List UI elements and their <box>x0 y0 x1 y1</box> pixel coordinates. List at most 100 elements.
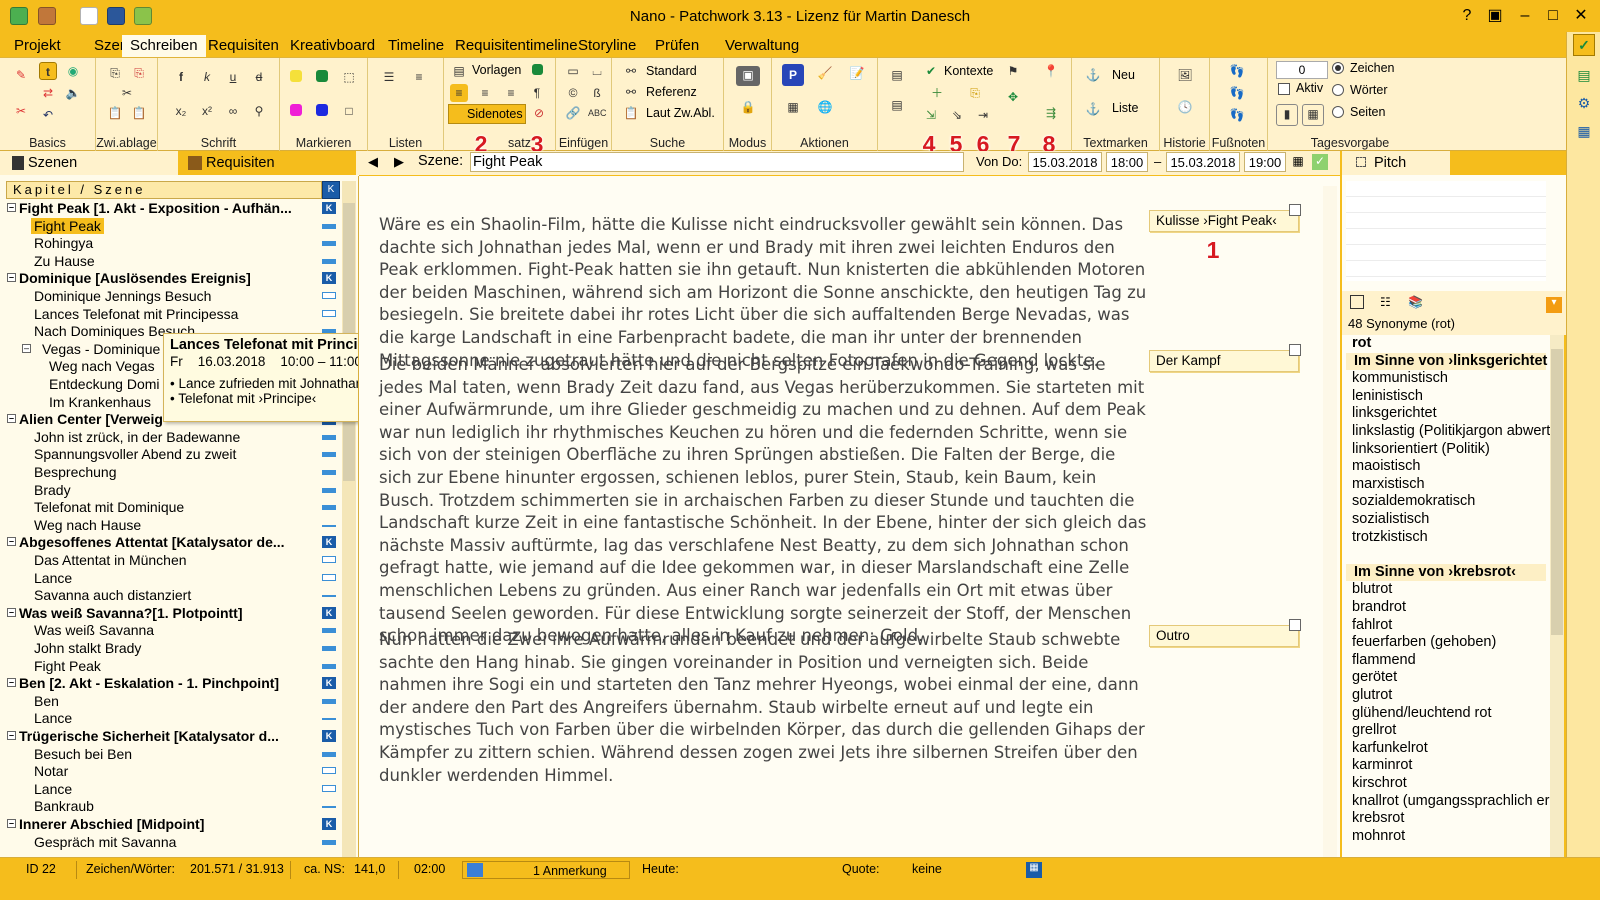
numbered-list-icon[interactable]: ≡ <box>410 68 428 86</box>
align-left-icon[interactable]: ≡ <box>450 84 468 102</box>
collapse-icon[interactable]: – <box>7 414 16 424</box>
close-button[interactable]: ✕ <box>1569 5 1593 27</box>
tab-props[interactable]: Requisiten <box>178 151 356 175</box>
synonym-item[interactable]: brandrot <box>1352 599 1406 617</box>
menu-schreiben[interactable]: Schreiben <box>122 35 206 57</box>
highlight-blue-icon[interactable] <box>316 104 328 116</box>
scene-title-input[interactable] <box>470 152 964 172</box>
synonym-item[interactable]: fahlrot <box>1352 617 1392 635</box>
search-standard-button[interactable]: Standard <box>646 64 697 78</box>
align-center-icon[interactable]: ≡ <box>476 84 494 102</box>
highlight-yellow-icon[interactable] <box>290 70 302 82</box>
context-tool-5-icon[interactable]: ⇘ <box>948 106 966 124</box>
copy-icon[interactable]: ⎘ <box>106 64 124 82</box>
sidenote-expand-icon[interactable] <box>1289 204 1301 216</box>
pitch-textarea[interactable] <box>1346 181 1546 281</box>
tree-chapter[interactable]: – Ben [2. Akt - Eskalation - 1. Pinchpoin… <box>6 674 342 692</box>
annotation-field[interactable]: 1 Anmerkung <box>462 861 630 879</box>
tree-scene[interactable]: Fight Peak <box>6 657 342 675</box>
status-flag-icon[interactable] <box>322 663 336 669</box>
tree-scene[interactable]: Weg nach Hause <box>6 516 342 534</box>
menu-prüfen[interactable]: Prüfen <box>647 35 707 57</box>
time-from-input[interactable] <box>1106 152 1148 172</box>
paragraph[interactable]: Wäre es ein Shaolin-Film, hätte die Kuli… <box>379 214 1149 372</box>
search-clipboard-button[interactable]: Laut Zw.Abl. <box>646 106 715 120</box>
bookmark-list-icon[interactable]: ⚓ <box>1084 100 1102 118</box>
sidenote-expand-icon[interactable] <box>1289 619 1301 631</box>
goal-calendar-icon[interactable]: ▦ <box>1302 104 1324 126</box>
synonym-item[interactable]: knallrot (umgangssprachlich er <box>1352 793 1549 811</box>
context-doc-icon[interactable]: ▤ <box>888 96 906 114</box>
tree-scene[interactable]: Brady <box>6 481 342 499</box>
context-tool-8-icon[interactable]: ⇶ <box>1042 104 1060 122</box>
tree-chapter[interactable]: – Fight Peak [1. Akt - Exposition - Aufhä… <box>6 199 342 217</box>
synonym-item[interactable]: kommunistisch <box>1352 370 1448 388</box>
tree-chapter[interactable]: – Innerer Abschied [Midpoint] K <box>6 815 342 833</box>
location-pin-icon[interactable]: 📍 <box>1042 62 1060 80</box>
bullet-list-icon[interactable]: ☰ <box>380 68 398 86</box>
speaker-icon[interactable]: 🔈 <box>64 84 82 102</box>
broom-icon[interactable]: 🧹 <box>814 64 836 86</box>
eraser-icon[interactable]: ✎ <box>12 66 30 84</box>
bar-chart-icon[interactable]: ▮ <box>1276 104 1298 126</box>
synonym-item[interactable]: karminrot <box>1352 757 1412 775</box>
mode-window-icon[interactable]: ▣ <box>736 66 760 86</box>
tree-scene[interactable]: Savanna auch distanziert <box>6 586 342 604</box>
tree-scene[interactable]: Lances Telefonat mit Principessa <box>6 305 342 323</box>
tree-scene[interactable]: Zu Hause <box>6 252 342 270</box>
status-flag-icon[interactable]: K <box>322 272 336 285</box>
synonym-item[interactable]: karfunkelrot <box>1352 740 1428 758</box>
calendar-icon[interactable]: ▦ <box>782 98 804 120</box>
back-arrow-icon[interactable]: ◀ <box>364 154 382 172</box>
radio-pages[interactable] <box>1332 106 1344 118</box>
templates-icon[interactable]: ▤ <box>450 62 468 80</box>
status-flag-icon[interactable] <box>322 784 336 792</box>
collapse-icon[interactable]: – <box>22 343 31 353</box>
status-flag-icon[interactable] <box>322 487 336 493</box>
status-flag-icon[interactable]: K <box>322 818 336 830</box>
date-to-input[interactable] <box>1166 152 1240 172</box>
strikethrough-icon[interactable]: d <box>250 68 268 86</box>
help-icon[interactable]: ? <box>1455 5 1479 27</box>
text-editor[interactable]: Wäre es ein Shaolin-Film, hätte die Kuli… <box>358 176 1340 866</box>
tree-scene[interactable]: Telefonat mit Dominique <box>6 498 342 516</box>
italic-icon[interactable]: k <box>198 68 216 86</box>
synonym-item[interactable]: linksgerichtet <box>1352 405 1437 423</box>
insert-space-icon[interactable]: ⌴ <box>588 62 606 80</box>
status-flag-icon[interactable]: K <box>322 730 336 742</box>
synonym-item[interactable]: gerötet <box>1352 669 1397 687</box>
status-flag-icon[interactable] <box>322 309 336 317</box>
menu-requisitentimeline[interactable]: Requisitentimeline <box>447 35 586 57</box>
synonym-item[interactable]: maoistisch <box>1352 458 1421 476</box>
menu-verwaltung[interactable]: Verwaltung <box>717 35 807 57</box>
status-flag-icon[interactable] <box>322 452 336 458</box>
synonym-item[interactable]: linksorientiert (Politik) <box>1352 441 1490 459</box>
date-confirm-icon[interactable]: ✓ <box>1312 154 1328 170</box>
note-warning-icon[interactable]: 📝 <box>846 64 868 86</box>
status-flag-icon[interactable] <box>322 241 336 247</box>
sharp-s-icon[interactable]: ß <box>588 84 606 102</box>
synonym-item[interactable]: linkslastig (Politikjargon abwert <box>1352 423 1550 441</box>
synonym-item[interactable]: marxistisch <box>1352 476 1425 494</box>
transfer-icon[interactable]: ⇄ <box>39 84 57 102</box>
synonym-item[interactable]: krebsrot <box>1352 810 1404 828</box>
zoom-icon[interactable]: ⚲ <box>250 102 268 120</box>
status-flag-icon[interactable] <box>322 434 336 440</box>
radio-words[interactable] <box>1332 84 1344 96</box>
paragraph[interactable]: Nun hatten die Zwei ihre Aufwärmrunden b… <box>379 629 1149 787</box>
spellcheck-icon[interactable]: ABC <box>588 104 607 122</box>
status-flag-icon[interactable] <box>322 505 336 511</box>
synonym-item[interactable]: sozialdemokratisch <box>1352 493 1475 511</box>
copy-format-icon[interactable]: ⎘ <box>130 64 148 82</box>
status-flag-icon[interactable] <box>322 573 336 581</box>
tree-scene[interactable]: Lance <box>6 780 342 798</box>
tree-scene[interactable]: Das Attentat in München <box>6 551 342 569</box>
tree-scene[interactable]: Besprechung <box>6 463 342 481</box>
status-flag-icon[interactable]: K <box>322 606 336 619</box>
synonym-item[interactable]: trotzkistisch <box>1352 529 1428 547</box>
bold-icon[interactable]: f <box>172 68 190 86</box>
paste-icon[interactable]: 📋 <box>106 104 124 122</box>
search-reference-button[interactable]: Referenz <box>646 85 697 99</box>
collapse-icon[interactable]: – <box>7 819 16 828</box>
subscript-icon[interactable]: x₂ <box>172 102 190 120</box>
